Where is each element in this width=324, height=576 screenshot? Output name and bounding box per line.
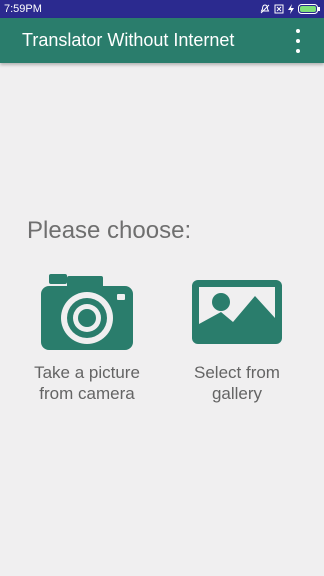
more-vert-icon[interactable] bbox=[286, 29, 310, 53]
image-gallery-icon bbox=[192, 280, 282, 344]
app-bar: Translator Without Internet bbox=[0, 18, 324, 63]
camera-option-button[interactable]: Take a picture from camera bbox=[17, 274, 157, 404]
gallery-option-button[interactable]: Select from gallery bbox=[167, 274, 307, 404]
camera-option-label: Take a picture from camera bbox=[34, 363, 140, 403]
sim-x-icon bbox=[274, 4, 284, 14]
charging-icon bbox=[288, 4, 294, 14]
gallery-option-label: Select from gallery bbox=[194, 363, 280, 403]
bell-off-icon bbox=[260, 4, 270, 14]
status-icons bbox=[260, 0, 320, 18]
app-title: Translator Without Internet bbox=[22, 30, 235, 50]
status-time: 7:59PM bbox=[4, 3, 42, 15]
choose-prompt: Please choose: bbox=[27, 217, 192, 244]
status-bar: 7:59PM bbox=[0, 0, 324, 18]
camera-icon bbox=[41, 274, 133, 350]
battery-icon bbox=[298, 4, 320, 14]
